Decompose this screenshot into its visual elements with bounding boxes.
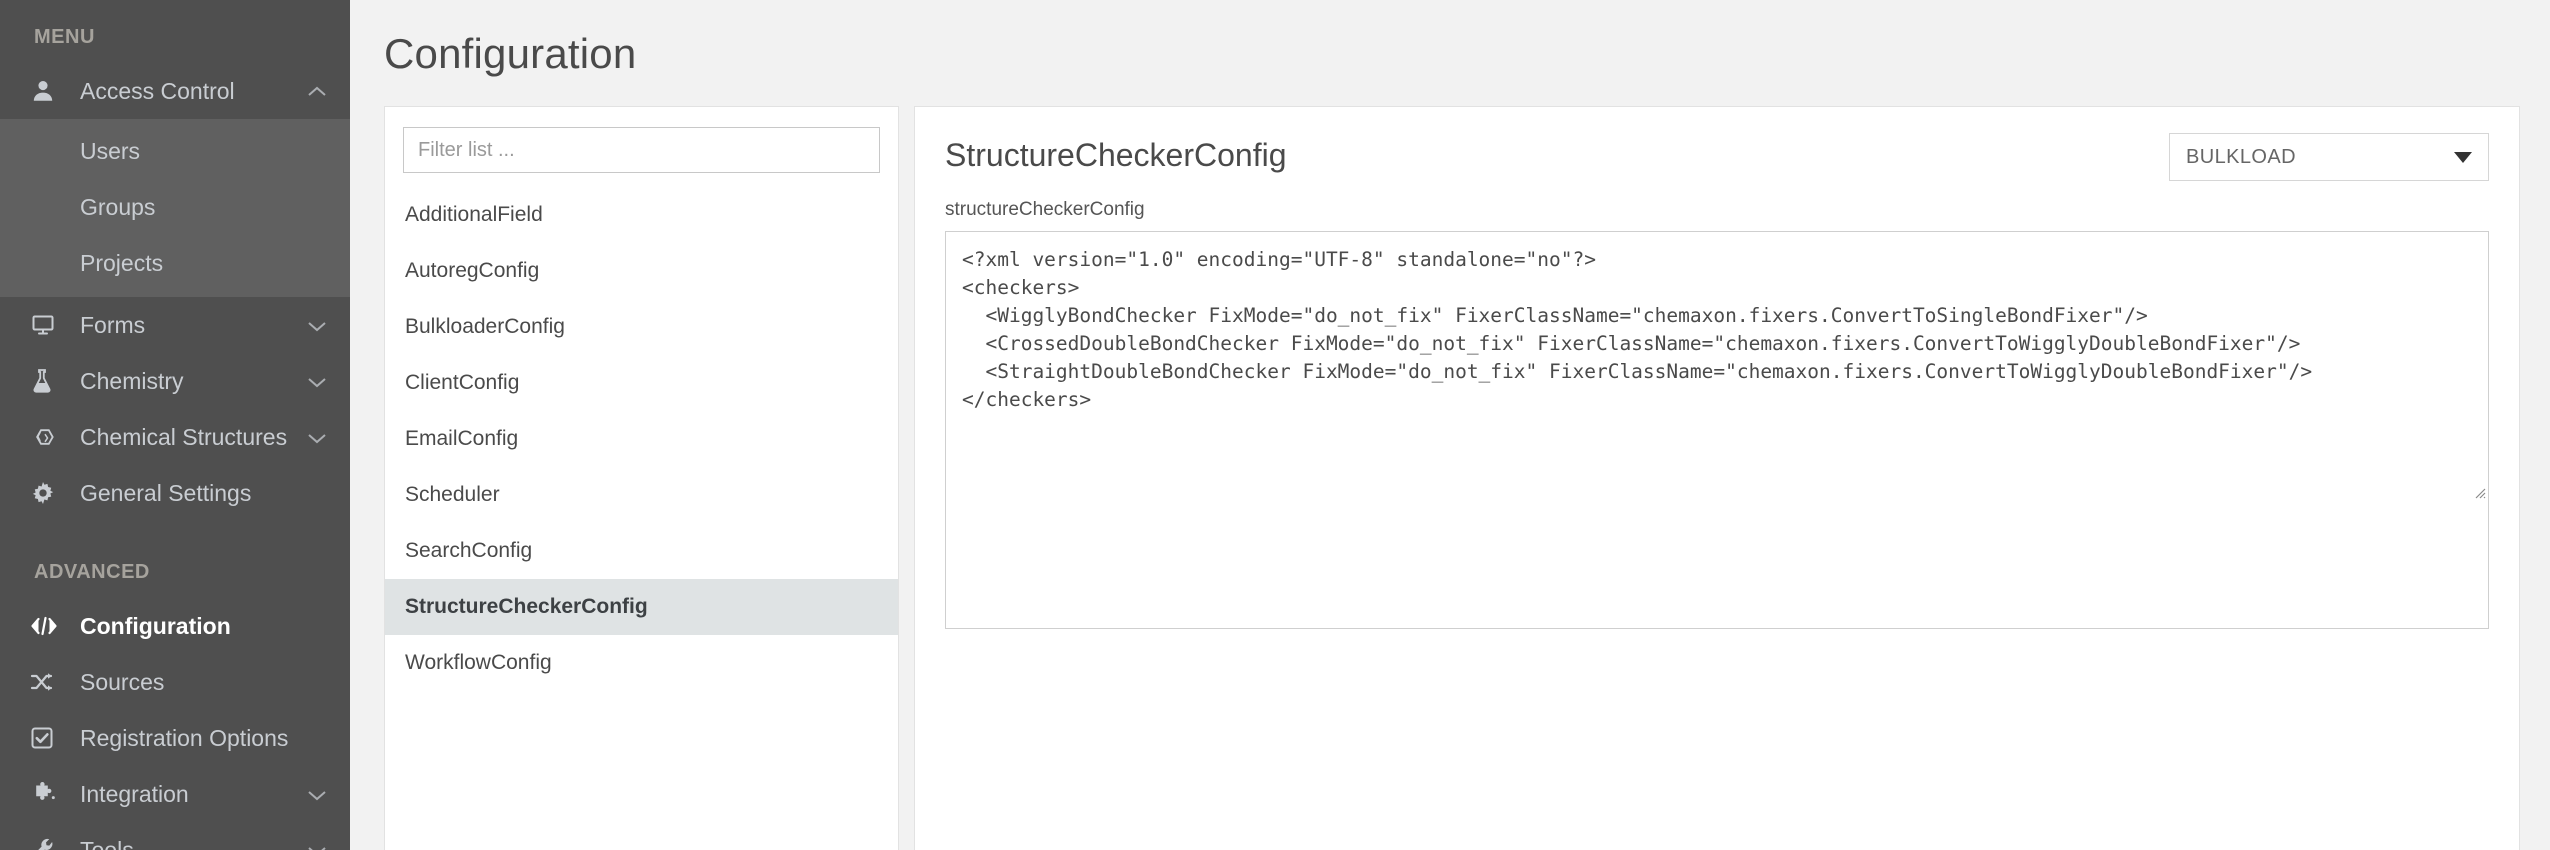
sidebar-item-label: Tools <box>80 836 134 850</box>
list-item-label: AdditionalField <box>405 203 543 226</box>
xml-area-wrapper: <?xml version="1.0" encoding="UTF-8" sta… <box>915 231 2519 634</box>
sidebar-item-integration[interactable]: Integration <box>0 766 350 822</box>
sidebar-subitem-label: Projects <box>80 249 164 276</box>
main-content: Configuration AdditionalField AutoregCon… <box>350 0 2550 850</box>
sidebar-item-configuration[interactable]: Configuration <box>0 598 350 654</box>
list-item-label: Scheduler <box>405 483 500 506</box>
list-item[interactable]: ClientConfig <box>385 355 898 411</box>
chevron-down-icon <box>306 424 328 451</box>
sidebar-item-chemical-structures[interactable]: Chemical Structures <box>0 409 350 465</box>
code-icon <box>30 613 64 639</box>
chevron-down-icon <box>306 312 328 339</box>
scope-select[interactable]: BULKLOAD <box>2169 133 2489 181</box>
sidebar-item-label: Configuration <box>80 612 231 639</box>
config-list-panel: AdditionalField AutoregConfig Bulkloader… <box>384 106 899 850</box>
filter-list-input[interactable] <box>403 127 880 173</box>
sidebar-item-forms[interactable]: Forms <box>0 297 350 353</box>
chevron-down-icon <box>306 781 328 808</box>
sidebar-item-general-settings[interactable]: General Settings <box>0 465 350 521</box>
sidebar: MENU Access Control Users Groups Project… <box>0 0 350 850</box>
detail-header: StructureCheckerConfig BULKLOAD <box>915 107 2519 181</box>
list-item-selected[interactable]: StructureCheckerConfig <box>385 579 898 635</box>
scope-select-value: BULKLOAD <box>2186 145 2296 168</box>
list-item[interactable]: EmailConfig <box>385 411 898 467</box>
user-icon <box>30 78 64 104</box>
sidebar-item-label: Chemical Structures <box>80 423 288 450</box>
list-item-label: BulkloaderConfig <box>405 315 565 338</box>
gear-icon <box>30 480 64 506</box>
sidebar-subitem-label: Groups <box>80 193 156 220</box>
sidebar-item-users[interactable]: Users <box>0 123 350 179</box>
sidebar-item-label: General Settings <box>80 479 252 506</box>
sidebar-item-projects[interactable]: Projects <box>0 235 350 291</box>
list-item[interactable]: WorkflowConfig <box>385 635 898 691</box>
list-item-label: EmailConfig <box>405 427 519 450</box>
hexagon-icon <box>30 424 64 450</box>
sidebar-item-access-control[interactable]: Access Control <box>0 63 350 119</box>
sidebar-item-label: Registration Options <box>80 724 289 751</box>
sidebar-item-sources[interactable]: Sources <box>0 654 350 710</box>
xml-field-label: structureCheckerConfig <box>945 199 1145 220</box>
content-row: AdditionalField AutoregConfig Bulkloader… <box>350 78 2550 850</box>
sidebar-item-label: Integration <box>80 780 189 807</box>
sidebar-submenu-access-control: Users Groups Projects <box>0 119 350 297</box>
checkbox-icon <box>30 725 64 751</box>
list-item[interactable]: AutoregConfig <box>385 243 898 299</box>
chevron-down-icon <box>306 837 328 850</box>
app-root: MENU Access Control Users Groups Project… <box>0 0 2550 850</box>
list-item[interactable]: AdditionalField <box>385 187 898 243</box>
sidebar-item-registration-options[interactable]: Registration Options <box>0 710 350 766</box>
detail-title: StructureCheckerConfig <box>945 137 1287 173</box>
sidebar-item-groups[interactable]: Groups <box>0 179 350 235</box>
list-item-label: SearchConfig <box>405 539 533 562</box>
sidebar-item-label: Chemistry <box>80 367 184 394</box>
sidebar-section-menu: MENU <box>34 26 95 48</box>
list-item-label: StructureCheckerConfig <box>405 595 648 618</box>
list-item[interactable]: SearchConfig <box>385 523 898 579</box>
flask-icon <box>30 368 64 394</box>
sidebar-section-advanced: ADVANCED <box>34 561 150 583</box>
structure-checker-config-textarea[interactable]: <?xml version="1.0" encoding="UTF-8" sta… <box>945 231 2489 629</box>
monitor-icon <box>30 312 64 338</box>
sidebar-item-label: Sources <box>80 668 165 695</box>
page-title: Configuration <box>384 30 637 77</box>
list-item-label: AutoregConfig <box>405 259 540 282</box>
list-item[interactable]: BulkloaderConfig <box>385 299 898 355</box>
config-list: AdditionalField AutoregConfig Bulkloader… <box>385 187 898 691</box>
sidebar-item-tools[interactable]: Tools <box>0 822 350 850</box>
scope-select-wrapper: BULKLOAD <box>2169 133 2489 181</box>
shuffle-icon <box>30 669 64 695</box>
wrench-icon <box>30 837 64 850</box>
sidebar-item-label: Forms <box>80 311 146 338</box>
config-detail-panel: StructureCheckerConfig BULKLOAD structur… <box>914 106 2520 850</box>
chevron-down-icon <box>306 368 328 395</box>
sidebar-subitem-label: Users <box>80 137 141 164</box>
list-item-label: ClientConfig <box>405 371 520 394</box>
sidebar-item-label: Access Control <box>80 77 235 104</box>
chevron-up-icon <box>306 78 328 105</box>
puzzle-icon <box>30 781 64 807</box>
list-item-label: WorkflowConfig <box>405 651 552 674</box>
list-item[interactable]: Scheduler <box>385 467 898 523</box>
filter-wrapper <box>385 107 898 187</box>
sidebar-item-chemistry[interactable]: Chemistry <box>0 353 350 409</box>
chevron-down-icon <box>2454 151 2472 163</box>
